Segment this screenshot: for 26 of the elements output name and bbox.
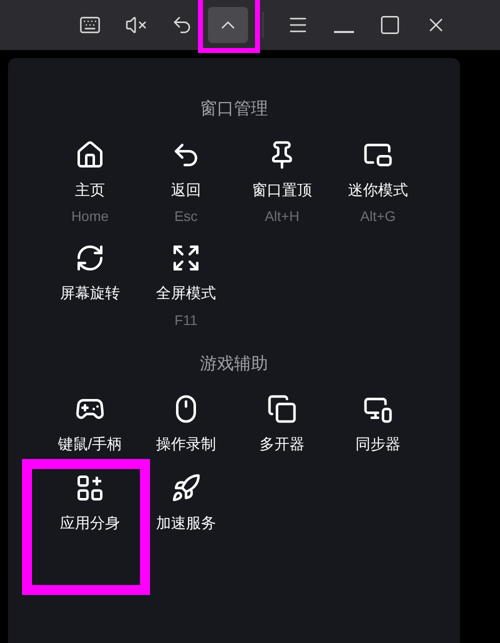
menu-item[interactable]: 屏幕旋转	[42, 243, 138, 306]
menu-item[interactable]: 应用分身	[42, 472, 138, 535]
menu-item[interactable]: 窗口置顶 Alt+H	[234, 140, 330, 227]
keyboard-icon	[79, 14, 101, 36]
menu-item[interactable]: 主页 Home	[42, 140, 138, 227]
menu-item[interactable]: 迷你模式 Alt+G	[330, 140, 426, 227]
highlight-frame	[198, 0, 260, 53]
menu-item[interactable]: 键鼠/手柄	[42, 394, 138, 456]
menu-item[interactable]: 操作录制	[138, 394, 234, 456]
menu-item[interactable]: 加速服务	[138, 472, 234, 535]
menu-item[interactable]: 返回 Esc	[138, 140, 234, 227]
mute-icon	[125, 14, 147, 36]
fullscreen-icon	[171, 243, 201, 273]
stacked-windows-icon	[267, 394, 297, 424]
house-icon	[75, 140, 105, 170]
grid-plus-icon	[75, 472, 105, 502]
rocket-icon	[171, 472, 201, 502]
menu-item[interactable]: 同步器	[330, 394, 426, 456]
maximize-icon	[379, 14, 401, 36]
rotate-icon	[75, 243, 105, 273]
menu-item[interactable]: 全屏模式 F11	[138, 243, 234, 330]
section-title: 游戏辅助	[199, 352, 269, 374]
undo-arrow-icon	[171, 14, 193, 36]
minimize-icon	[334, 31, 354, 33]
section-title: 窗口管理	[199, 98, 269, 120]
menu-item[interactable]: 多开器	[234, 394, 330, 456]
